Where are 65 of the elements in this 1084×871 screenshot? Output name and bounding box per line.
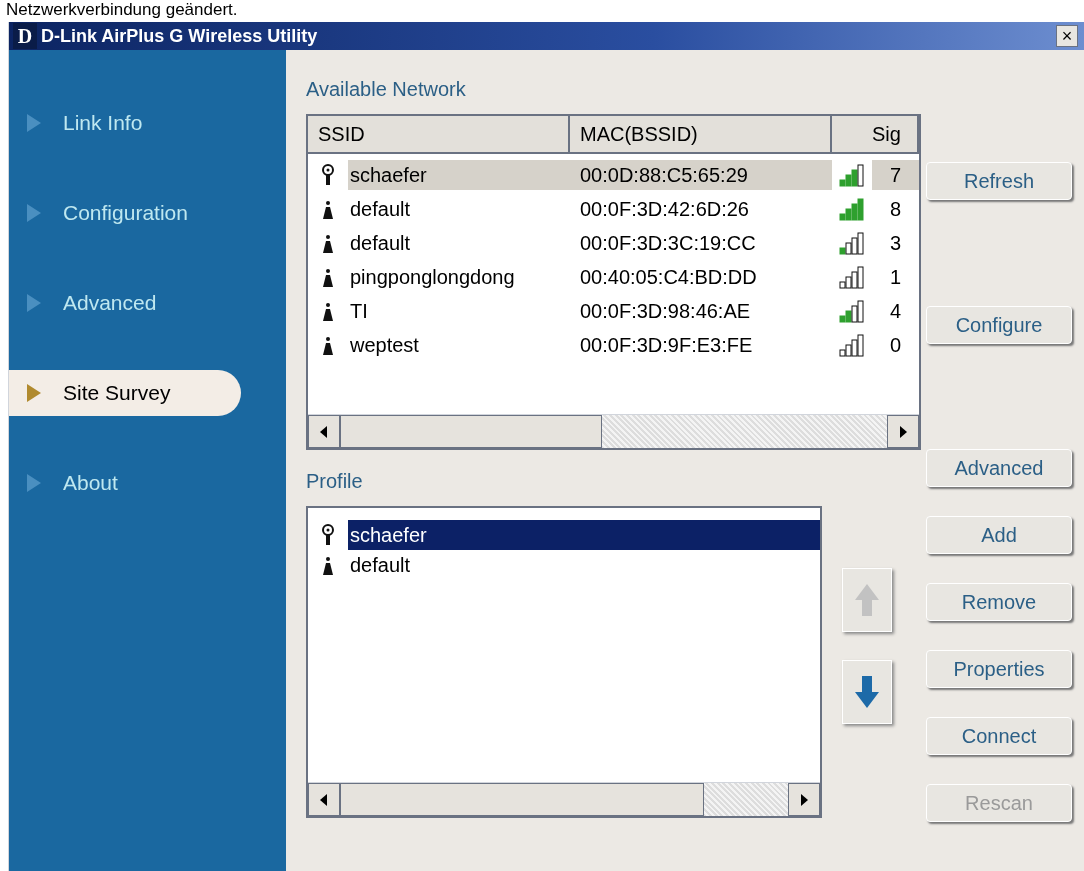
scroll-left-button[interactable] <box>308 415 340 448</box>
action-button[interactable]: Refresh <box>926 162 1072 200</box>
sidebar-item[interactable]: Configuration <box>9 190 259 236</box>
tower-icon <box>322 233 334 253</box>
right-arrow-icon <box>800 793 808 806</box>
ssid-cell[interactable]: schaefer <box>348 160 570 190</box>
mac-cell: 00:0D:88:C5:65:29 <box>570 160 832 190</box>
ssid-cell[interactable]: default <box>348 194 570 224</box>
section-title: Available Network <box>306 77 467 102</box>
window-title: D-Link AirPlus G Wireless Utility <box>41 24 318 48</box>
tower-icon <box>322 555 334 575</box>
section-title: Profile <box>306 469 364 494</box>
mac-cell-text: 00:0F:3D:98:46:AE <box>579 299 752 324</box>
table-cell-text: 8 <box>889 197 903 222</box>
mac-cell-text: 00:0F:3D:9F:E3:FE <box>579 333 754 358</box>
sidebar-item[interactable]: Site Survey <box>9 370 241 416</box>
action-button[interactable]: Add <box>926 516 1072 554</box>
sidebar-item[interactable]: Advanced <box>9 280 259 326</box>
scroll-thumb[interactable] <box>340 783 704 816</box>
action-button[interactable]: Remove <box>926 583 1072 621</box>
action-button[interactable]: Properties <box>926 650 1072 688</box>
right-arrow-icon <box>899 425 907 438</box>
table-cell: 7 <box>872 160 919 190</box>
scroll-right-button[interactable] <box>887 415 919 448</box>
sidebar-item[interactable]: Link Info <box>9 100 259 146</box>
mac-cell-text: 00:40:05:C4:BD:DD <box>579 265 758 290</box>
left-arrow-icon <box>320 425 328 438</box>
action-button[interactable]: Connect <box>926 717 1072 755</box>
tower-icon <box>322 301 334 321</box>
mac-cell-text: 00:0F:3D:42:6D:26 <box>579 197 750 222</box>
triangle-icon <box>27 114 41 132</box>
move-button[interactable] <box>842 660 892 724</box>
triangle-icon <box>27 384 41 402</box>
app-logo: D <box>13 23 37 49</box>
scroll-left-button[interactable] <box>308 783 340 816</box>
column-header[interactable]: MAC(BSSID) <box>570 116 832 152</box>
profile-item[interactable]: schaefer <box>348 520 820 550</box>
antenna-icon <box>321 164 335 186</box>
close-button[interactable]: × <box>1056 25 1078 47</box>
table-cell-text: 3 <box>889 231 903 256</box>
table-cell-text: 4 <box>889 299 903 324</box>
mac-cell-text: 00:0F:3D:3C:19:CC <box>579 231 757 256</box>
triangle-icon <box>27 474 41 492</box>
tower-icon <box>322 199 334 219</box>
triangle-icon <box>27 294 41 312</box>
ssid-cell[interactable]: weptest <box>348 330 570 360</box>
scroll-thumb[interactable] <box>340 415 602 448</box>
antenna-icon <box>321 524 335 546</box>
action-button[interactable]: Configure <box>926 306 1072 344</box>
ssid-cell[interactable]: TI <box>348 296 570 326</box>
scroll-right-button[interactable] <box>788 783 820 816</box>
notification-text: Netzwerkverbindung geändert. <box>5 0 239 21</box>
column-header[interactable]: SSID <box>308 116 570 152</box>
ssid-cell[interactable]: default <box>348 228 570 258</box>
sidebar-item[interactable]: About <box>9 460 259 506</box>
tower-icon <box>322 335 334 355</box>
action-button[interactable]: Advanced <box>926 449 1072 487</box>
ssid-cell[interactable]: pingponglongdong <box>348 262 570 292</box>
left-arrow-icon <box>320 793 328 806</box>
tower-icon <box>322 267 334 287</box>
table-cell-text: 1 <box>889 265 903 290</box>
triangle-icon <box>27 204 41 222</box>
column-header[interactable]: Sig <box>832 116 919 152</box>
table-cell-text: 0 <box>889 333 903 358</box>
profile-item[interactable]: default <box>348 550 820 580</box>
